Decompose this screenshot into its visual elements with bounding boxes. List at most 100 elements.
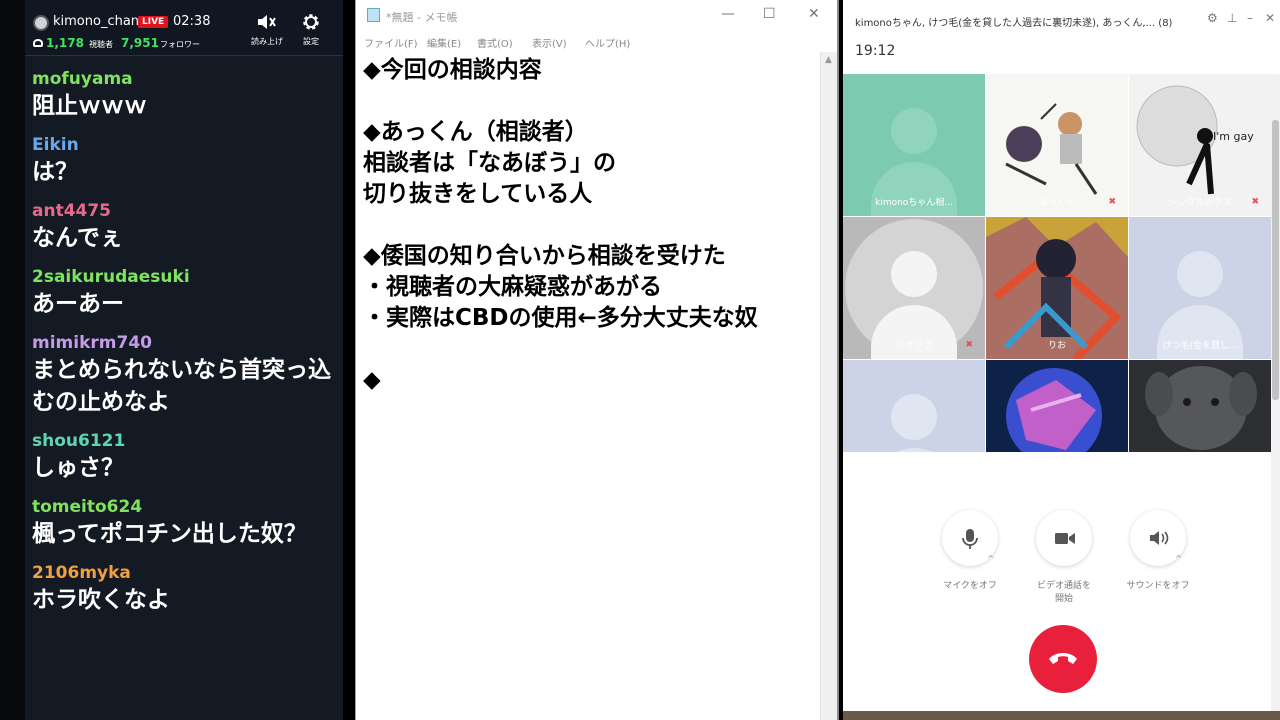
participant-name: あっくん <box>1038 198 1075 208</box>
viewers-icon <box>33 39 43 47</box>
sound-off-button[interactable]: ^ <box>1130 510 1186 566</box>
scrollbar-thumb[interactable] <box>1272 120 1279 400</box>
mic-off-label: マイクをオフ <box>943 581 997 591</box>
menu-view[interactable]: 表示(V) <box>532 35 567 50</box>
close-icon[interactable]: ✕ <box>808 6 820 22</box>
video-camera-icon <box>1055 533 1075 544</box>
participant-name: けつ毛(金を貸し... <box>1162 341 1238 351</box>
participant-tile[interactable]: ジオプラ ✖ <box>843 217 985 359</box>
mic-off-button[interactable]: ^ <box>942 510 998 566</box>
maximize-icon[interactable]: ☐ <box>763 6 776 22</box>
chat-message: ant4475 なんでぇ <box>25 192 343 258</box>
call-scrollbar[interactable] <box>1271 74 1280 720</box>
viewer-count: 1,178 <box>46 36 84 50</box>
participant-tile[interactable]: けつ毛(金を貸し... <box>1129 217 1271 359</box>
menu-file[interactable]: ファイル(F) <box>364 35 418 50</box>
chat-username[interactable]: 2106myka <box>32 562 343 584</box>
chat-message: shou6121 しゅさ？ <box>25 422 343 488</box>
call-duration: 19:12 <box>855 43 896 59</box>
video-control: ビデオ通話を 開始 <box>1029 510 1099 606</box>
mic-control: ^ マイクをオフ <box>935 510 1005 593</box>
minimize-icon[interactable]: – <box>1247 11 1253 25</box>
chat-message-text: なんでぇ <box>32 225 123 251</box>
chat-message-list: mofuyama 阻止ｗｗｗ Eikin は？ ant4475 なんでぇ 2saikurud… <box>25 60 343 620</box>
notepad-scrollbar[interactable]: ▲ <box>820 52 837 720</box>
call-title: kimonoちゃん, けつ毛(金を貸した人過去に裏切未遂), あっくん,... … <box>855 18 1173 29</box>
minimize-icon[interactable]: — <box>721 6 735 22</box>
avatar <box>1177 251 1223 297</box>
mic-muted-icon: ✖ <box>1251 197 1259 207</box>
pin-icon[interactable]: ⊥ <box>1227 11 1237 25</box>
avatar <box>891 251 937 297</box>
participant-tile[interactable] <box>986 360 1128 452</box>
participant-name: りお <box>1047 341 1066 351</box>
follower-count: 7,951 <box>121 36 159 50</box>
chat-username[interactable]: mimikrm740 <box>32 332 343 354</box>
chat-username[interactable]: Eikin <box>32 134 343 156</box>
chat-username[interactable]: ant4475 <box>32 200 343 222</box>
chevron-up-icon[interactable]: ^ <box>987 554 994 563</box>
notepad-menubar: ファイル(F) 編集(E) 書式(O) 表示(V) ヘルプ(H) <box>356 30 837 52</box>
notepad-window: *無題 - メモ帳 — ☐ ✕ ファイル(F) 編集(E) 書式(O) 表示(V… <box>355 0 839 720</box>
participant-grid: kimonoちゃん相... あっくん ✖ I'm gay シングルのクズ ✖ ジ… <box>843 74 1271 452</box>
video-call-window: kimonoちゃん, けつ毛(金を貸した人過去に裏切未遂), あっくん,... … <box>843 0 1280 720</box>
participant-tile[interactable] <box>1129 360 1271 452</box>
chevron-up-icon[interactable]: ^ <box>1175 554 1182 563</box>
chat-header: kimono_chan LIVE 02:38 1,178 視聴者 7,951 フ… <box>25 0 343 56</box>
avatar <box>986 360 1128 452</box>
chat-message-text: しゅさ？ <box>32 455 124 481</box>
channel-avatar[interactable] <box>33 15 49 31</box>
tile-overlay-text: I'm gay <box>1213 130 1254 143</box>
sound-off-label: サウンドをオフ <box>1126 581 1190 591</box>
settings-icon[interactable]: ⚙ <box>1207 11 1218 25</box>
taskbar-strip <box>843 711 1280 720</box>
participant-name: ジオプラ <box>895 341 932 351</box>
channel-name[interactable]: kimono_chan <box>53 14 139 29</box>
menu-edit[interactable]: 編集(E) <box>427 35 461 50</box>
mic-muted-icon: ✖ <box>965 340 973 350</box>
chat-username[interactable]: mofuyama <box>32 68 343 90</box>
menu-help[interactable]: ヘルプ(H) <box>585 35 630 50</box>
notepad-titlebar[interactable]: *無題 - メモ帳 — ☐ ✕ <box>356 0 837 30</box>
start-video-button[interactable] <box>1036 510 1092 566</box>
chat-message-text: は？ <box>32 159 78 185</box>
read-aloud-button[interactable]: 読み上げ <box>251 12 283 47</box>
viewer-count-label: 視聴者 <box>89 40 113 49</box>
menu-format[interactable]: 書式(O) <box>477 35 513 50</box>
chat-username[interactable]: tomeito624 <box>32 496 343 518</box>
sound-control: ^ サウンドをオフ <box>1123 510 1193 593</box>
chat-message-text: 阻止ｗｗｗ <box>32 93 147 119</box>
gear-icon <box>301 12 321 36</box>
settings-label: 設定 <box>303 37 319 46</box>
participant-name: kimonoちゃん相... <box>875 198 953 208</box>
participant-tile[interactable]: I'm gay シングルのクズ ✖ <box>1129 74 1271 216</box>
notepad-app-icon <box>367 8 380 22</box>
chat-username[interactable]: shou6121 <box>32 430 343 452</box>
chat-username[interactable]: 2saikurudaesuki <box>32 266 343 288</box>
notepad-text-area[interactable]: ◆今回の相談内容 ◆あっくん（相談者） 相談者は「なあぼう」の 切り抜きをしてい… <box>363 55 821 396</box>
participant-tile[interactable]: りお <box>986 217 1128 359</box>
avatar <box>891 394 937 440</box>
hang-up-button[interactable] <box>1029 625 1097 693</box>
participant-tile[interactable] <box>843 360 985 452</box>
chat-message: Eikin は？ <box>25 126 343 192</box>
notepad-title: *無題 - メモ帳 <box>386 11 458 24</box>
chat-message: tomeito624 楓ってポコチン出した奴？ <box>25 488 343 554</box>
participant-tile[interactable]: あっくん ✖ <box>986 74 1128 216</box>
chat-message-text: まとめられないなら首突っ込むの止めなよ <box>32 357 331 415</box>
participant-tile[interactable]: kimonoちゃん相... <box>843 74 985 216</box>
settings-button[interactable]: 設定 <box>301 12 321 47</box>
chat-message-text: 楓ってポコチン出した奴？ <box>32 521 307 547</box>
scroll-up-icon[interactable]: ▲ <box>825 55 832 65</box>
follower-count-label: フォロワー <box>160 40 200 49</box>
chat-message-text: ホラ吹くなよ <box>32 587 170 613</box>
chat-message: mofuyama 阻止ｗｗｗ <box>25 60 343 126</box>
avatar <box>891 108 937 154</box>
chat-message: 2saikurudaesuki あーあー <box>25 258 343 324</box>
live-badge: LIVE <box>138 16 169 28</box>
close-icon[interactable]: ✕ <box>1265 11 1275 25</box>
participant-name: シングルのクズ <box>1168 198 1232 208</box>
speaker-mute-icon <box>251 12 283 36</box>
avatar <box>1129 360 1271 452</box>
chat-message: 2106myka ホラ吹くなよ <box>25 554 343 620</box>
